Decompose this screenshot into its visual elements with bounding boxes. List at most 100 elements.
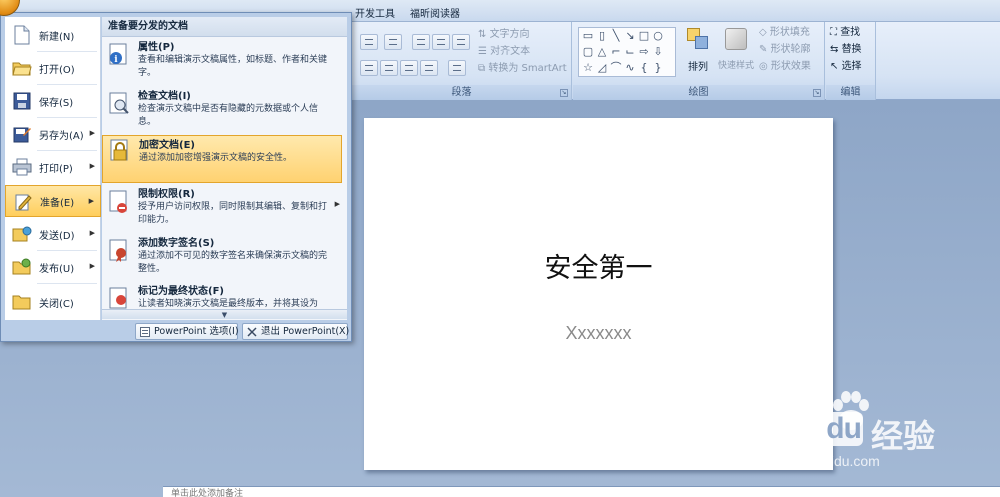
curve-shape-icon[interactable]: ⌒	[610, 62, 622, 73]
send-icon	[12, 224, 32, 244]
shape-outline-button[interactable]: ✎ 形状轮廓	[759, 41, 811, 59]
arrange-icon	[687, 28, 709, 50]
slide-subtitle[interactable]: Xxxxxxx	[364, 323, 833, 344]
line-shape-icon[interactable]: ╲	[610, 30, 622, 41]
slide-canvas[interactable]: 安全第一 Xxxxxxx	[364, 118, 833, 470]
options-button-label: PowerPoint 选项(I)	[154, 326, 239, 337]
align-left-button[interactable]	[360, 60, 378, 76]
text-direction-button[interactable]: ⇅ 文字方向	[478, 26, 530, 44]
left-brace-shape-icon[interactable]: {	[638, 62, 650, 73]
freeform-shape-icon[interactable]: ∿	[624, 62, 636, 73]
new-document-icon	[12, 25, 32, 45]
submenu-item-title: 属性(P)	[138, 42, 175, 53]
inspect-document-icon	[109, 92, 129, 114]
drawing-group-label: 绘图	[573, 85, 824, 100]
find-button[interactable]: ⛶ 查找	[830, 24, 860, 42]
arrange-button[interactable]: 排列	[683, 26, 713, 76]
digital-signature-icon	[109, 239, 127, 262]
submenu-item-title: 加密文档(E)	[139, 140, 195, 151]
menu-item-publish[interactable]: 发布(U) ▶	[5, 251, 101, 283]
rounded-rect-shape-icon[interactable]: ▢	[582, 46, 594, 57]
right-brace-shape-icon[interactable]: }	[652, 62, 664, 73]
justify-button[interactable]	[420, 60, 438, 76]
align-center-button[interactable]	[380, 60, 398, 76]
line-spacing-button[interactable]	[452, 34, 470, 50]
cursor-icon: ↖	[830, 61, 842, 72]
submenu-scroll-down-button[interactable]: ▼	[102, 309, 347, 319]
menu-item-label: 打印(P)	[39, 163, 73, 175]
submenu-arrow-icon: ▶	[88, 197, 94, 205]
menu-item-prepare[interactable]: 准备(E) ▶	[5, 185, 101, 217]
shape-fill-button[interactable]: ◇ 形状填充	[759, 24, 810, 42]
smartart-icon: ⧉	[478, 63, 489, 74]
shape-effects-button[interactable]: ◎ 形状效果	[759, 58, 811, 76]
submenu-arrow-icon: ▶	[89, 229, 95, 237]
menu-item-send[interactable]: 发送(D) ▶	[5, 218, 101, 250]
slide-title[interactable]: 安全第一	[364, 246, 833, 285]
menu-item-save[interactable]: 保存(S)	[5, 85, 101, 117]
replace-button[interactable]: ⇆ 替换	[830, 41, 862, 59]
star-shape-icon[interactable]: ☆	[582, 62, 594, 73]
submenu-arrow-icon: ▶	[89, 129, 95, 137]
submenu-item-encrypt-document[interactable]: 加密文档(E) 通过添加加密增强演示文稿的安全性。	[102, 135, 342, 183]
find-label: 查找	[840, 27, 861, 38]
shape-outline-label: 形状轮廓	[770, 44, 811, 55]
effects-icon: ◎	[759, 61, 771, 72]
down-arrow-shape-icon[interactable]: ⇩	[652, 46, 664, 57]
align-text-button[interactable]: ☰ 对齐文本	[478, 43, 530, 61]
quick-styles-button[interactable]: 快速样式	[715, 26, 757, 76]
tab-developer[interactable]: 开发工具	[355, 5, 395, 20]
chevron-down-icon: ▼	[221, 311, 228, 319]
drawing-dialog-launcher-icon[interactable]: ↘	[813, 89, 821, 97]
submenu-item-desc: 通过添加加密增强演示文稿的安全性。	[139, 153, 293, 163]
callout-shape-icon[interactable]: ◿	[596, 62, 608, 73]
powerpoint-options-button[interactable]: PowerPoint 选项(I)	[135, 323, 239, 340]
publish-icon	[12, 257, 32, 277]
menu-item-open[interactable]: 打开(O)	[5, 52, 101, 84]
textbox-shape-icon[interactable]: ▭	[582, 30, 594, 41]
submenu-item-inspect-document[interactable]: 检查文档(I) 检查演示文稿中是否有隐藏的元数据或个人信息。	[102, 90, 342, 130]
paragraph-dialog-launcher-icon[interactable]: ↘	[560, 89, 568, 97]
triangle-shape-icon[interactable]: △	[596, 46, 608, 57]
numbering-button[interactable]	[384, 34, 402, 50]
submenu-item-digital-signature[interactable]: 添加数字签名(S) 通过添加不可见的数字签名来确保演示文稿的完整性。	[102, 237, 342, 277]
select-button[interactable]: ↖ 选择	[830, 58, 862, 76]
tab-foxit-reader[interactable]: 福昕阅读器	[410, 5, 460, 20]
textbox-vertical-shape-icon[interactable]: ▯	[596, 30, 608, 41]
rectangle-shape-icon[interactable]: □	[638, 30, 650, 41]
submenu-item-mark-as-final[interactable]: 标记为最终状态(F) 让读者知晓演示文稿是最终版本，并将其设为	[102, 285, 342, 309]
menu-item-new[interactable]: 新建(N)	[5, 19, 101, 51]
menu-item-save-as[interactable]: 另存为(A) ▶	[5, 118, 101, 150]
exit-powerpoint-button[interactable]: 退出 PowerPoint(X)	[242, 323, 350, 340]
menu-item-close[interactable]: 关闭(C)	[5, 286, 101, 318]
columns-button[interactable]	[448, 60, 466, 76]
pen-icon: ✎	[759, 44, 771, 55]
paragraph-group: ⇅ 文字方向 ☰ 对齐文本 ⧉ 转换为 SmartArt 段落 ↘	[352, 22, 572, 100]
select-label: 选择	[841, 61, 862, 72]
bullets-button[interactable]	[360, 34, 378, 50]
notes-pane[interactable]: 单击此处添加备注	[163, 486, 1000, 497]
decrease-indent-button[interactable]	[412, 34, 430, 50]
menu-item-print[interactable]: 打印(P) ▶	[5, 151, 101, 183]
submenu-item-properties[interactable]: i 属性(P) 查看和编辑演示文稿属性，如标题、作者和关键字。	[102, 41, 342, 81]
submenu-header: 准备要分发的文档	[102, 17, 347, 37]
elbow-connector-shape-icon[interactable]: ⌐	[610, 46, 622, 57]
oval-shape-icon[interactable]: ○	[652, 30, 664, 41]
increase-indent-button[interactable]	[432, 34, 450, 50]
arrow-line-shape-icon[interactable]: ↘	[624, 30, 636, 41]
submenu-item-restrict-permission[interactable]: 限制权限(R) 授予用户访问权限，同时限制其编辑、复制和打印能力。 ▶	[102, 188, 342, 228]
smartart-label: 转换为 SmartArt	[488, 63, 567, 74]
menu-item-label: 打开(O)	[39, 64, 75, 76]
right-arrow-shape-icon[interactable]: ⇨	[638, 46, 650, 57]
align-right-button[interactable]	[400, 60, 418, 76]
submenu-item-desc: 检查演示文稿中是否有隐藏的元数据或个人信息。	[138, 104, 319, 127]
exit-button-label: 退出 PowerPoint(X)	[261, 326, 350, 337]
convert-smartart-button[interactable]: ⧉ 转换为 SmartArt	[478, 60, 567, 78]
close-icon	[247, 327, 257, 337]
submenu-item-desc: 授予用户访问权限，同时限制其编辑、复制和打印能力。	[138, 202, 328, 225]
submenu-item-title: 限制权限(R)	[138, 189, 195, 200]
drawing-group: ▭ ▯ ╲ ↘ □ ○ ▢ △ ⌐ ⌙ ⇨ ⇩ ☆ ◿ ⌒ ∿ { } 排列 快…	[573, 22, 825, 100]
submenu-arrow-icon: ▶	[89, 162, 95, 170]
shapes-gallery[interactable]: ▭ ▯ ╲ ↘ □ ○ ▢ △ ⌐ ⌙ ⇨ ⇩ ☆ ◿ ⌒ ∿ { }	[578, 27, 676, 77]
elbow-arrow-shape-icon[interactable]: ⌙	[624, 46, 636, 57]
